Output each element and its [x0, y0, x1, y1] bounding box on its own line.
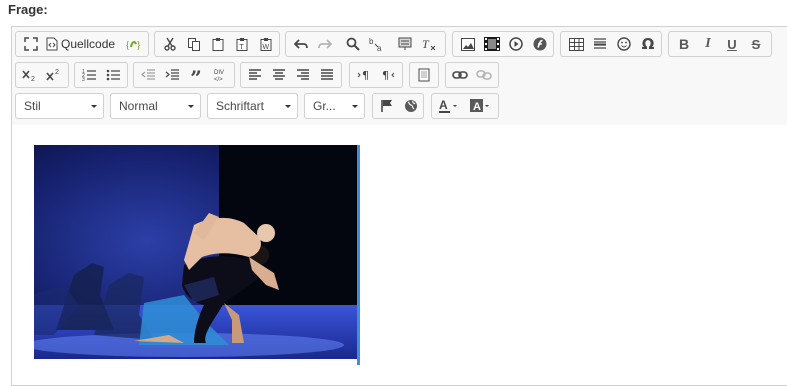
- svg-text:</>: </>: [214, 77, 223, 83]
- text-direction-rtl-icon[interactable]: ¶: [377, 64, 399, 86]
- svg-text:A: A: [473, 101, 481, 113]
- svg-text:DIV: DIV: [214, 70, 224, 76]
- chevron-down-icon: [91, 105, 97, 108]
- numbered-list-icon[interactable]: 123: [78, 64, 100, 86]
- cut-icon[interactable]: [159, 33, 181, 55]
- svg-text:T: T: [422, 37, 430, 51]
- flag-icon[interactable]: [376, 95, 398, 117]
- image-resize-handle[interactable]: [357, 145, 360, 365]
- text-color-icon[interactable]: A: [435, 95, 463, 117]
- redo-icon[interactable]: [314, 33, 336, 55]
- italic-icon[interactable]: I: [697, 33, 719, 55]
- format-dropdown[interactable]: Normal: [110, 93, 201, 119]
- bulleted-list-icon[interactable]: [102, 64, 124, 86]
- align-right-icon[interactable]: [292, 64, 314, 86]
- smiley-icon[interactable]: [613, 33, 635, 55]
- iframe-icon[interactable]: [413, 64, 435, 86]
- toolbar-group-links: [445, 62, 499, 88]
- toolbar-group-basicstyles: B I U S: [668, 31, 772, 57]
- select-all-icon[interactable]: [394, 33, 416, 55]
- maximize-icon[interactable]: [20, 33, 42, 55]
- toolbar-group-insert: [452, 31, 554, 57]
- field-label: Frage:: [8, 2, 48, 17]
- strikethrough-icon[interactable]: S: [745, 33, 767, 55]
- toolbar-group-clipboard: T W: [154, 31, 280, 57]
- toolbar-group-objects: Ω: [560, 31, 662, 57]
- svg-text:T: T: [240, 44, 245, 51]
- source-code-label: Quellcode: [61, 37, 116, 51]
- svg-text:a: a: [377, 44, 382, 52]
- chevron-down-icon: [285, 105, 291, 108]
- paste-word-icon[interactable]: W: [255, 33, 277, 55]
- globe-icon[interactable]: [400, 95, 422, 117]
- toolbar-group-iframe: [409, 62, 439, 88]
- superscript-icon[interactable]: 2: [43, 64, 65, 86]
- svg-text:2: 2: [55, 69, 59, 76]
- font-size-dropdown-value: Gr...: [313, 99, 336, 113]
- copy-icon[interactable]: [183, 33, 205, 55]
- unlink-icon[interactable]: [473, 64, 495, 86]
- svg-text:2: 2: [31, 76, 35, 82]
- image-icon[interactable]: [457, 33, 479, 55]
- toolbar-group-colors: A A: [431, 93, 499, 119]
- remove-format-icon[interactable]: T: [418, 33, 440, 55]
- align-left-icon[interactable]: [244, 64, 266, 86]
- toolbar-group-indent: ” DIV </>: [133, 62, 235, 88]
- format-dropdown-value: Normal: [119, 99, 158, 113]
- text-direction-ltr-icon[interactable]: ¶: [353, 64, 375, 86]
- media-play-icon[interactable]: [505, 33, 527, 55]
- flash-icon[interactable]: [529, 33, 551, 55]
- replace-icon[interactable]: ba: [366, 33, 388, 55]
- svg-text:b: b: [369, 37, 374, 46]
- svg-text:W: W: [263, 44, 270, 51]
- font-dropdown-value: Schriftart: [216, 99, 265, 113]
- video-icon[interactable]: [481, 33, 503, 55]
- font-size-dropdown[interactable]: Gr...: [304, 93, 365, 119]
- ballet-photo-image[interactable]: [34, 145, 357, 359]
- source-code-icon: [46, 37, 58, 51]
- align-center-icon[interactable]: [268, 64, 290, 86]
- indent-icon[interactable]: [161, 64, 183, 86]
- background-color-icon[interactable]: A: [467, 95, 495, 117]
- toolbar-group-scripts: 2 2: [15, 62, 69, 88]
- paste-icon[interactable]: [207, 33, 229, 55]
- svg-text:¶: ¶: [362, 69, 369, 82]
- bold-icon[interactable]: B: [673, 33, 695, 55]
- source-code-button[interactable]: Quellcode: [46, 33, 120, 55]
- table-icon[interactable]: [565, 33, 587, 55]
- special-char-icon[interactable]: Ω: [637, 33, 659, 55]
- svg-text:{: {: [125, 39, 130, 51]
- undo-icon[interactable]: [290, 33, 312, 55]
- svg-text:¶: ¶: [382, 69, 389, 82]
- find-icon[interactable]: [342, 33, 364, 55]
- svg-text:}: }: [136, 39, 141, 51]
- link-icon[interactable]: [449, 64, 471, 86]
- equation-icon[interactable]: {}: [122, 33, 144, 55]
- paste-text-icon[interactable]: T: [231, 33, 253, 55]
- style-dropdown-value: Stil: [24, 99, 41, 113]
- svg-text:3: 3: [82, 77, 85, 82]
- chevron-down-icon: [188, 105, 194, 108]
- horizontal-line-icon[interactable]: [589, 33, 611, 55]
- toolbar-group-document: Quellcode {}: [15, 31, 149, 57]
- underline-icon[interactable]: U: [721, 33, 743, 55]
- toolbar-group-lists: 123: [74, 62, 128, 88]
- align-justify-icon[interactable]: [316, 64, 338, 86]
- rich-text-editor: Quellcode {} T W b a T Ω B I U S 2 2 1 2…: [11, 26, 787, 386]
- outdent-icon[interactable]: [137, 64, 159, 86]
- style-dropdown[interactable]: Stil: [15, 93, 104, 119]
- editor-toolbar: Quellcode {} T W b a T Ω B I U S 2 2 1 2…: [12, 27, 787, 126]
- blockquote-icon[interactable]: ”: [185, 64, 207, 88]
- chevron-down-icon: [352, 105, 358, 108]
- editor-content-area[interactable]: [12, 125, 787, 385]
- toolbar-group-align: [240, 62, 342, 88]
- toolbar-group-bidi: ¶ ¶: [349, 62, 403, 88]
- subscript-icon[interactable]: 2: [19, 64, 41, 86]
- div-container-icon[interactable]: DIV </>: [209, 64, 231, 86]
- toolbar-group-editing: ba T: [285, 31, 446, 57]
- toolbar-group-language: [372, 93, 424, 119]
- font-dropdown[interactable]: Schriftart: [207, 93, 298, 119]
- svg-text:A: A: [439, 98, 448, 112]
